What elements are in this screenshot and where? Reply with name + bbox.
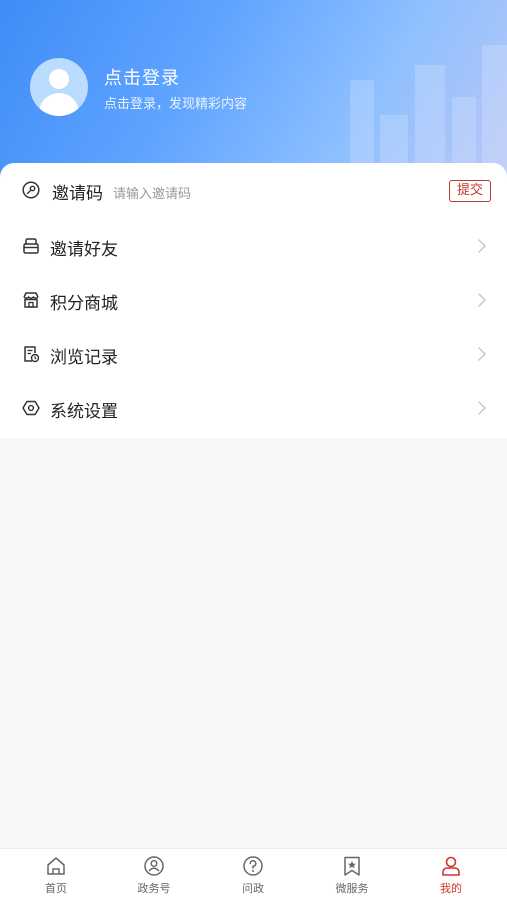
chevron-right-icon bbox=[478, 401, 486, 415]
menu-item-invite-friends[interactable]: 邀请好友 bbox=[0, 219, 507, 273]
tab-home[interactable]: 首页 bbox=[21, 855, 91, 899]
chevron-right-icon bbox=[478, 347, 486, 361]
tab-label: 政务号 bbox=[137, 882, 171, 895]
tab-label: 我的 bbox=[440, 882, 462, 895]
invite-code-label: 邀请码 bbox=[52, 184, 103, 204]
bottom-tab-bar: 首页 政务号 问政 微服务 我的 bbox=[0, 848, 507, 901]
home-icon bbox=[47, 857, 65, 875]
tab-inquiry[interactable]: 问政 bbox=[218, 855, 288, 899]
login-subtitle: 点击登录，发现精彩内容 bbox=[104, 97, 248, 112]
star-bookmark-icon bbox=[344, 856, 360, 876]
gov-account-icon bbox=[144, 856, 164, 876]
invite-code-input[interactable]: 请输入邀请码 bbox=[113, 183, 191, 202]
invite-friend-icon bbox=[23, 238, 39, 254]
key-icon bbox=[22, 181, 40, 199]
user-icon bbox=[442, 856, 460, 876]
tab-gov-account[interactable]: 政务号 bbox=[119, 855, 189, 899]
tab-label: 微服务 bbox=[335, 882, 369, 895]
login-title[interactable]: 点击登录 bbox=[104, 64, 180, 90]
menu-item-points-mall[interactable]: 积分商城 bbox=[0, 273, 507, 327]
menu-item-label: 系统设置 bbox=[50, 402, 118, 422]
chevron-right-icon bbox=[478, 293, 486, 307]
tab-micro-service[interactable]: 微服务 bbox=[317, 855, 387, 899]
chevron-right-icon bbox=[478, 239, 486, 253]
menu-item-system-settings[interactable]: 系统设置 bbox=[0, 381, 507, 435]
profile-header: 点击登录 点击登录，发现精彩内容 bbox=[0, 0, 507, 185]
invite-code-row: 邀请码 请输入邀请码 提交 bbox=[0, 163, 507, 217]
tab-label: 首页 bbox=[45, 882, 67, 895]
tab-label: 问政 bbox=[242, 882, 264, 895]
question-icon bbox=[243, 856, 263, 876]
history-icon bbox=[24, 346, 40, 363]
avatar[interactable] bbox=[30, 58, 88, 116]
menu-item-label: 浏览记录 bbox=[50, 348, 118, 368]
menu-card: 邀请码 请输入邀请码 提交 邀请好友 积分商城 浏览记录 系统设置 bbox=[0, 163, 507, 438]
store-icon bbox=[23, 292, 39, 308]
menu-item-label: 积分商城 bbox=[50, 294, 118, 314]
tab-mine[interactable]: 我的 bbox=[416, 855, 486, 899]
submit-button[interactable]: 提交 bbox=[448, 180, 491, 202]
menu-item-label: 邀请好友 bbox=[50, 240, 118, 260]
menu-item-browse-history[interactable]: 浏览记录 bbox=[0, 327, 507, 381]
settings-icon bbox=[22, 400, 40, 416]
